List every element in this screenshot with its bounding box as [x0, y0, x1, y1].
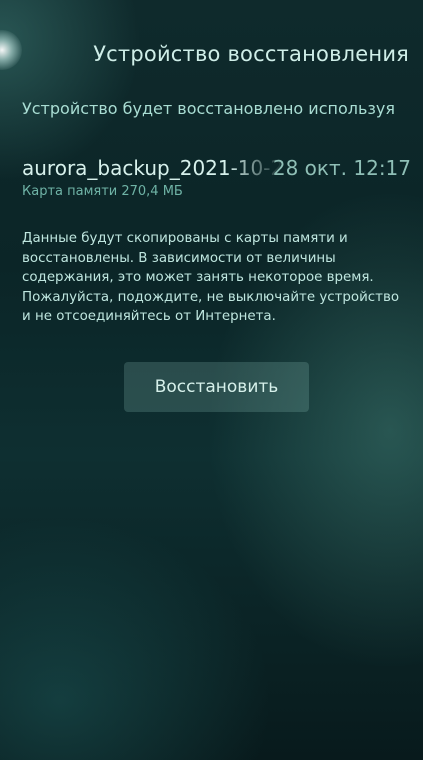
backup-date: 28 окт. 12:17 — [272, 156, 411, 180]
restore-button[interactable]: Восстановить — [124, 362, 309, 412]
ambience-glow — [0, 30, 22, 70]
restore-description: Данные будут скопированы с карты памяти … — [22, 231, 400, 324]
backup-item[interactable]: aurora_backup_2021-10-28 28 окт. 12:17 — [22, 156, 411, 186]
backup-meta: Карта памяти 270,4 МБ — [22, 184, 183, 199]
backup-name: aurora_backup_2021-10-28 — [22, 156, 284, 180]
restore-intro-text: Устройство будет восстановлено используя — [22, 99, 396, 118]
page-title: Устройство восстановления — [93, 42, 409, 66]
restore-screen: Устройство восстановления Устройство буд… — [0, 0, 423, 760]
